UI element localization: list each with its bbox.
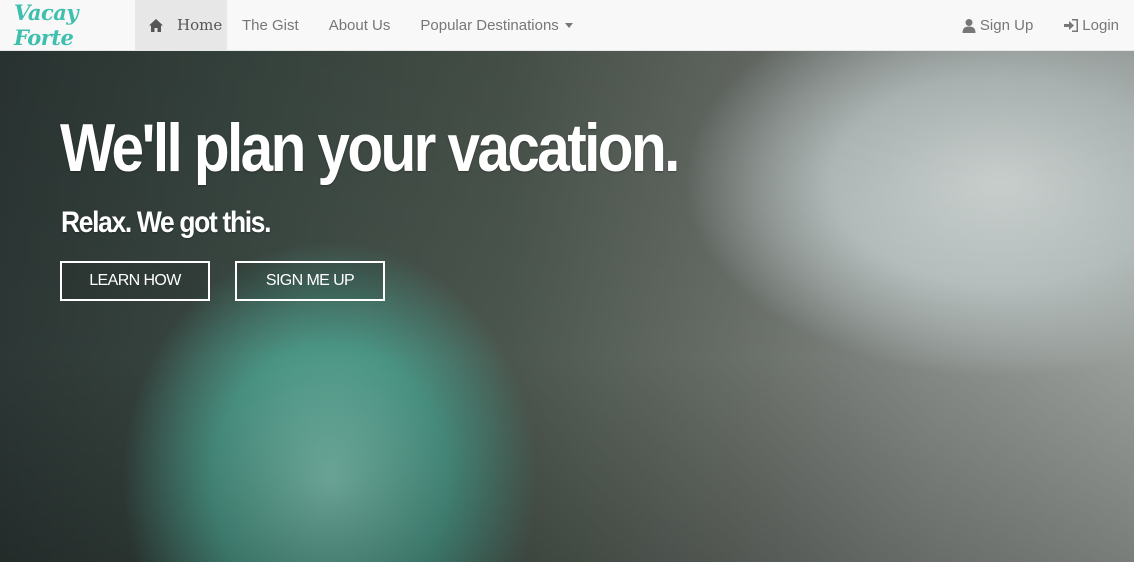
sign-me-up-button[interactable]: SIGN ME UP <box>235 261 385 301</box>
hero-title: We'll plan your vacation. <box>60 110 680 186</box>
nav-sign-up[interactable]: Sign Up <box>946 0 1048 50</box>
learn-how-button[interactable]: LEARN HOW <box>60 261 210 301</box>
nav-the-gist[interactable]: The Gist <box>227 0 314 50</box>
nav-about-us-label: About Us <box>328 16 391 34</box>
nav-right: Sign Up Login <box>946 0 1134 50</box>
nav-login-label: Login <box>1082 16 1119 34</box>
nav-login[interactable]: Login <box>1048 0 1134 50</box>
nav-sign-up-label: Sign Up <box>979 16 1034 34</box>
navbar: Vacay Forte Home The Gist About Us Popul… <box>0 0 1134 51</box>
login-icon <box>1064 18 1079 32</box>
hero-subtitle: Relax. We got this. <box>61 206 271 239</box>
caret-down-icon <box>564 22 573 28</box>
nav-popular-destinations-label: Popular Destinations <box>420 16 559 34</box>
nav-about-us[interactable]: About Us <box>314 0 406 50</box>
nav-the-gist-label: The Gist <box>242 16 299 34</box>
nav-home-label: Home <box>177 16 223 34</box>
hero-banner: We'll plan your vacation. Relax. We got … <box>0 51 1134 562</box>
brand-logo[interactable]: Vacay Forte <box>0 0 135 50</box>
home-icon <box>149 18 163 32</box>
nav-home[interactable]: Home <box>135 0 227 50</box>
nav-links: Home The Gist About Us Popular Destinati… <box>135 0 588 50</box>
user-icon <box>962 18 976 33</box>
nav-popular-destinations-dropdown[interactable]: Popular Destinations <box>405 0 587 50</box>
